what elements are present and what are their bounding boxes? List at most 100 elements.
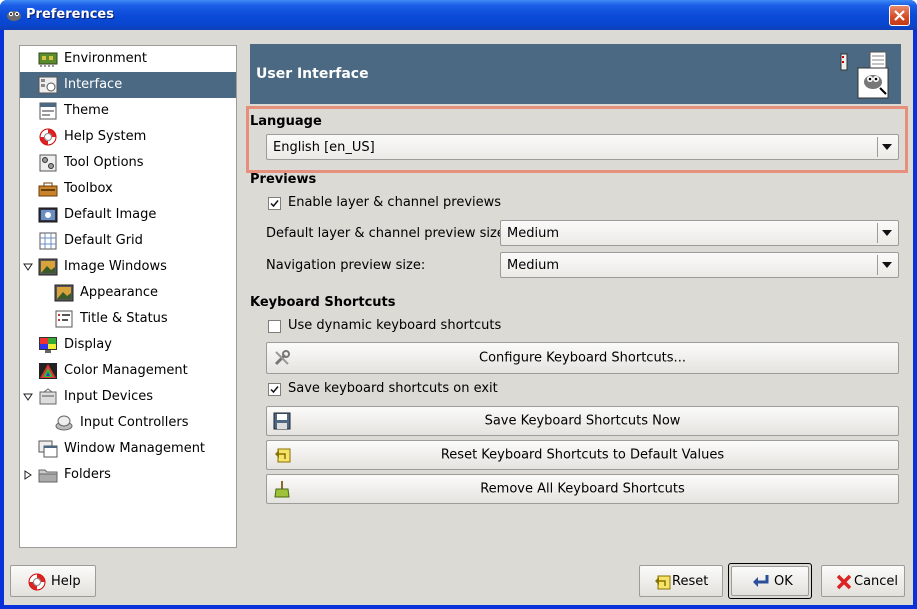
appearance-icon: [54, 284, 74, 302]
tool-options-icon: [39, 154, 57, 172]
sidebar-item-label: Display: [64, 337, 112, 352]
ok-label: OK: [774, 574, 793, 589]
toolbox-icon: [38, 182, 58, 197]
sidebar-item-folders[interactable]: Folders: [20, 462, 236, 488]
reset-button[interactable]: Reset: [639, 565, 723, 597]
navigation-preview-size-select[interactable]: Medium: [500, 252, 899, 278]
dynamic-shortcuts-checkbox[interactable]: Use dynamic keyboard shortcuts: [268, 317, 568, 337]
folders-icon: [38, 469, 58, 483]
checkbox-box[interactable]: [268, 320, 281, 333]
page-header: User Interface: [250, 44, 901, 104]
language-select[interactable]: English [en_US]: [266, 134, 899, 160]
sidebar-item-display[interactable]: Display: [20, 332, 236, 358]
reset-shortcuts-label: Reset Keyboard Shortcuts to Default Valu…: [440, 447, 725, 463]
category-tree[interactable]: Environment Interface Theme Help System …: [19, 45, 237, 548]
sidebar-item-theme[interactable]: Theme: [20, 98, 236, 124]
remove-shortcuts-label: Remove All Keyboard Shortcuts: [480, 481, 685, 497]
close-icon: [894, 10, 905, 21]
interface-icon: [840, 51, 889, 99]
default-preview-size-label: Default layer & channel preview size:: [266, 226, 510, 241]
sidebar-item-label: Input Controllers: [80, 415, 189, 430]
revert-icon: [655, 575, 671, 590]
interface-icon: [38, 76, 58, 94]
sidebar-item-label: Default Grid: [64, 233, 143, 248]
display-icon: [39, 337, 57, 353]
dropdown-arrow-icon: [877, 137, 896, 157]
shortcuts-section-title: Keyboard Shortcuts: [250, 295, 396, 310]
reset-label: Reset: [672, 574, 709, 589]
language-value: English [en_US]: [273, 140, 375, 155]
cancel-label: Cancel: [854, 574, 899, 589]
enable-previews-label: Enable layer & channel previews: [288, 195, 502, 210]
sidebar-item-default-grid[interactable]: Default Grid: [20, 228, 236, 254]
sidebar-item-label: Folders: [64, 467, 111, 482]
save-shortcuts-now-label: Save Keyboard Shortcuts Now: [484, 413, 681, 429]
sidebar-item-input-devices[interactable]: Input Devices: [20, 384, 236, 410]
window-border-bottom: [0, 605, 917, 609]
sidebar-item-label: Color Management: [64, 363, 188, 378]
input-controllers-icon: [55, 415, 73, 431]
default-preview-size-value: Medium: [507, 226, 559, 241]
reset-shortcuts-button[interactable]: Reset Keyboard Shortcuts to Default Valu…: [266, 440, 899, 470]
sidebar-item-input-controllers[interactable]: Input Controllers: [20, 410, 236, 436]
sidebar-item-interface[interactable]: Interface: [20, 72, 236, 98]
sidebar-item-image-windows[interactable]: Image Windows: [20, 254, 236, 280]
sidebar-item-label: Appearance: [80, 285, 159, 300]
sidebar-item-appearance[interactable]: Appearance: [20, 280, 236, 306]
sidebar-item-tool-options[interactable]: Tool Options: [20, 150, 236, 176]
sidebar-item-label: Input Devices: [64, 389, 154, 404]
checkmark-icon: [270, 386, 279, 394]
sidebar-item-label: Theme: [64, 103, 109, 118]
sidebar-item-label: Image Windows: [64, 259, 167, 274]
language-section-title: Language: [250, 114, 322, 129]
enable-previews-checkbox[interactable]: Enable layer & channel previews: [268, 194, 568, 214]
default-image-icon: [38, 207, 58, 223]
help-lifebuoy-icon: [39, 128, 57, 146]
ok-button[interactable]: OK: [731, 566, 809, 596]
checkmark-icon: [270, 200, 279, 208]
configure-shortcuts-button[interactable]: Configure Keyboard Shortcuts...: [266, 342, 899, 374]
sidebar-item-label: Default Image: [64, 207, 157, 222]
sidebar-item-toolbox[interactable]: Toolbox: [20, 176, 236, 202]
title-status-icon: [55, 310, 73, 328]
save-on-exit-checkbox[interactable]: Save keyboard shortcuts on exit: [268, 380, 568, 400]
sidebar-item-title-status[interactable]: Title & Status: [20, 306, 236, 332]
chevron-right-icon[interactable]: [23, 470, 33, 480]
page-title: User Interface: [256, 66, 369, 82]
dialog-body: Environment Interface Theme Help System …: [4, 30, 913, 605]
preferences-window: Preferences Environment Interface Theme …: [0, 0, 917, 609]
default-preview-size-select[interactable]: Medium: [500, 220, 899, 246]
dynamic-shortcuts-label: Use dynamic keyboard shortcuts: [288, 318, 502, 333]
checkbox-box[interactable]: [268, 197, 281, 210]
sidebar-item-help-system[interactable]: Help System: [20, 124, 236, 150]
navigation-preview-size-value: Medium: [507, 258, 559, 273]
sidebar-item-label: Toolbox: [64, 181, 113, 196]
title-bar[interactable]: Preferences: [0, 0, 917, 30]
sidebar-item-label: Title & Status: [80, 311, 168, 326]
dropdown-arrow-icon: [877, 255, 896, 275]
sidebar-item-label: Help System: [64, 129, 147, 144]
cancel-button[interactable]: Cancel: [821, 565, 905, 597]
remove-shortcuts-button[interactable]: Remove All Keyboard Shortcuts: [266, 474, 899, 504]
gimp-app-icon: [7, 11, 21, 21]
save-on-exit-label: Save keyboard shortcuts on exit: [288, 381, 498, 396]
previews-section-title: Previews: [250, 172, 317, 187]
image-windows-icon: [38, 258, 58, 276]
sidebar-item-default-image[interactable]: Default Image: [20, 202, 236, 228]
dropdown-arrow-icon: [877, 223, 896, 243]
close-button[interactable]: [889, 5, 910, 26]
input-devices-icon: [39, 388, 57, 405]
chevron-down-icon[interactable]: [23, 392, 33, 402]
sidebar-item-environment[interactable]: Environment: [20, 46, 236, 72]
window-title: Preferences: [26, 7, 114, 22]
chevron-down-icon[interactable]: [23, 262, 33, 272]
sidebar-item-color-management[interactable]: Color Management: [20, 358, 236, 384]
help-button[interactable]: Help: [10, 565, 96, 597]
color-management-icon: [39, 363, 57, 379]
sidebar-item-label: Environment: [64, 51, 148, 66]
sidebar-item-window-management[interactable]: Window Management: [20, 436, 236, 462]
default-grid-icon: [39, 232, 57, 250]
window-management-icon: [38, 440, 58, 458]
checkbox-box[interactable]: [268, 383, 281, 396]
save-shortcuts-now-button[interactable]: Save Keyboard Shortcuts Now: [266, 406, 899, 436]
